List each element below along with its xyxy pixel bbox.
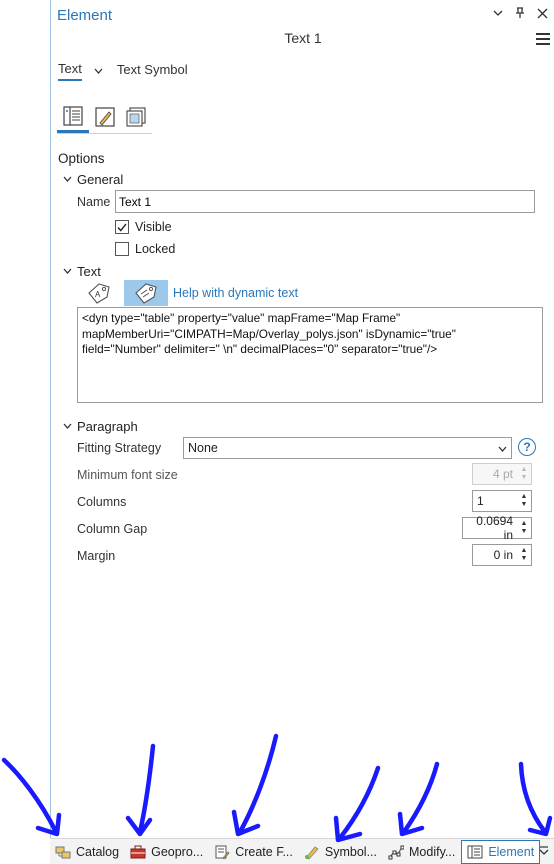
column-gap-label: Column Gap [77, 522, 148, 536]
create-features-icon [214, 844, 230, 860]
chevron-down-icon[interactable] [492, 6, 504, 20]
dock-tab-create-features[interactable]: Create F... [209, 840, 298, 864]
tab-text-symbol[interactable]: Text Symbol [117, 62, 188, 80]
dock-tab-label: Element [488, 844, 535, 859]
margin-label: Margin [77, 549, 116, 563]
dock-tab-catalog[interactable]: Catalog [50, 840, 124, 864]
dock-tab-label: Create F... [235, 844, 293, 859]
name-field[interactable] [115, 190, 535, 213]
dynamic-text-row: A Help with dynamic text [77, 280, 298, 306]
paragraph-group-header[interactable]: Paragraph [63, 419, 138, 434]
tab-text[interactable]: Text [58, 61, 82, 81]
pane-title: Element [57, 7, 113, 24]
modify-features-icon [388, 844, 404, 860]
help-dynamic-text-link[interactable]: Help with dynamic text [173, 286, 298, 300]
menu-icon[interactable] [536, 33, 550, 45]
general-group-header[interactable]: General [63, 172, 123, 187]
fitting-strategy-label: Fitting Strategy [77, 441, 162, 455]
options-icon[interactable] [57, 101, 89, 133]
column-gap-value: 0.0694 in [476, 514, 513, 542]
dock-tab-symbology[interactable]: Symbol... [299, 840, 382, 864]
help-icon[interactable]: ? [518, 438, 536, 456]
min-font-size-spinner: 4 pt ▲ ▼ [472, 463, 532, 485]
min-font-size-value: 4 pt [492, 467, 513, 481]
collapse-chevron-icon[interactable] [63, 266, 75, 277]
margin-spinner[interactable]: 0 in ▲ ▼ [472, 544, 532, 566]
visible-label: Visible [135, 220, 172, 234]
collapse-chevron-icon[interactable] [63, 174, 75, 185]
columns-spinner[interactable]: 1 ▲ ▼ [472, 490, 532, 512]
columns-label: Columns [77, 495, 127, 509]
toolbox-icon [130, 844, 146, 860]
dock-tab-geoprocessing[interactable]: Geopro... [125, 840, 208, 864]
options-heading: Options [58, 151, 105, 166]
tab-dropdown-icon[interactable] [94, 65, 103, 77]
close-icon[interactable] [536, 6, 548, 20]
symbology-icon [304, 844, 320, 860]
more-tabs-icon[interactable] [536, 842, 552, 860]
text-heading: Text [77, 264, 101, 279]
pane-controls [492, 6, 548, 20]
margin-value: 0 in [493, 548, 513, 562]
dock-tab-label: Modify... [409, 844, 456, 859]
option-icon-tabs [57, 101, 152, 134]
dock-tab-label: Symbol... [324, 844, 377, 859]
dock-tab-element[interactable]: Element [461, 839, 541, 864]
paragraph-heading: Paragraph [77, 419, 138, 434]
visible-checkbox[interactable] [115, 220, 129, 234]
spinner-arrows-icon[interactable]: ▲ ▼ [517, 518, 531, 538]
element-icon [467, 844, 483, 860]
arrow-to-catalog [1, 757, 59, 835]
dock-tab-label: Geopro... [151, 844, 204, 859]
general-heading: General [77, 172, 124, 187]
dynamic-text-tag-icon[interactable] [124, 280, 168, 306]
name-label: Name [77, 195, 111, 209]
display-icon[interactable] [120, 101, 152, 133]
pin-icon[interactable] [514, 6, 526, 20]
visible-row[interactable]: Visible [115, 220, 172, 234]
min-font-size-label: Minimum font size [77, 468, 178, 482]
locked-row[interactable]: Locked [115, 242, 175, 256]
edit-pencil-icon[interactable] [89, 101, 121, 133]
fitting-strategy-value: None [188, 441, 218, 455]
element-pane: Element Text 1 Text Text Symbol Options … [50, 0, 554, 838]
dock-tab-label: Catalog [76, 844, 120, 859]
catalog-icon [55, 844, 71, 860]
insert-dynamic-text-icon[interactable]: A [77, 280, 121, 306]
spinner-arrows-icon[interactable]: ▲ ▼ [517, 491, 531, 511]
text-group-header[interactable]: Text [63, 264, 101, 279]
chevron-down-icon [498, 441, 507, 455]
locked-label: Locked [135, 242, 176, 256]
svg-text:A: A [95, 290, 101, 299]
locked-checkbox[interactable] [115, 242, 129, 256]
dock-tab-modify-features[interactable]: Modify... [383, 840, 460, 864]
element-name: Text 1 [284, 30, 322, 46]
text-content-area[interactable]: <dyn type="table" property="value" mapFr… [77, 307, 543, 403]
element-tabs: Text Text Symbol [58, 61, 188, 81]
columns-value: 1 [477, 494, 484, 508]
column-gap-spinner[interactable]: 0.0694 in ▲ ▼ [462, 514, 532, 542]
spinner-arrows-icon: ▲ ▼ [520, 466, 528, 481]
fitting-strategy-select[interactable]: None [183, 437, 512, 459]
spinner-arrows-icon[interactable]: ▲ ▼ [517, 545, 531, 565]
collapse-chevron-icon[interactable] [63, 421, 75, 432]
dock-tab-bar: Catalog Geopro... Create F... Symbol... … [50, 838, 554, 864]
